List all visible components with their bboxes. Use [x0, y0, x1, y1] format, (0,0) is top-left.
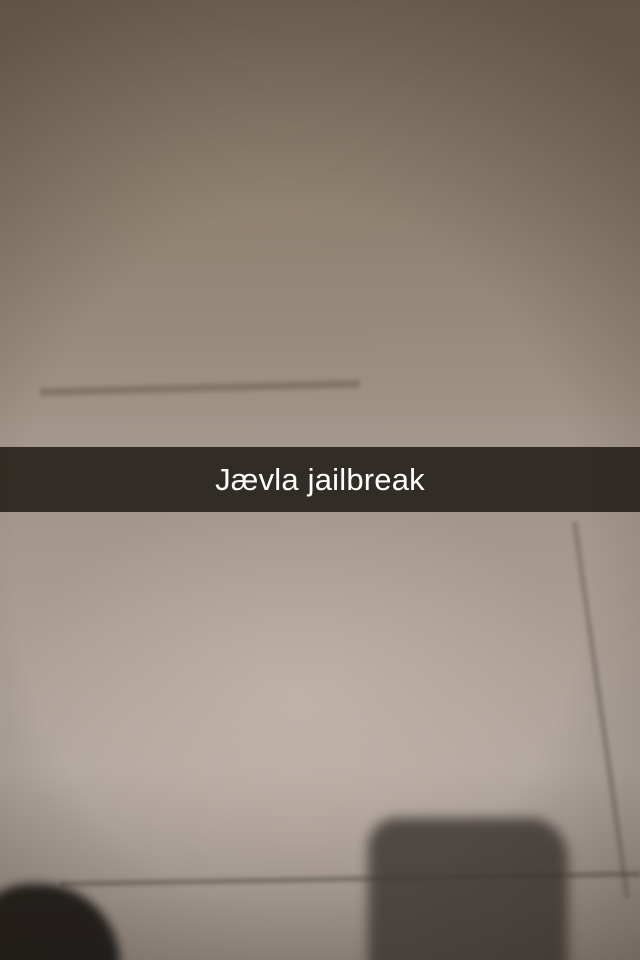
caption-text: Jævla jailbreak [215, 462, 425, 497]
snap-photo: Jævla jailbreak [0, 0, 640, 960]
caption-bar[interactable]: Jævla jailbreak [0, 447, 640, 512]
